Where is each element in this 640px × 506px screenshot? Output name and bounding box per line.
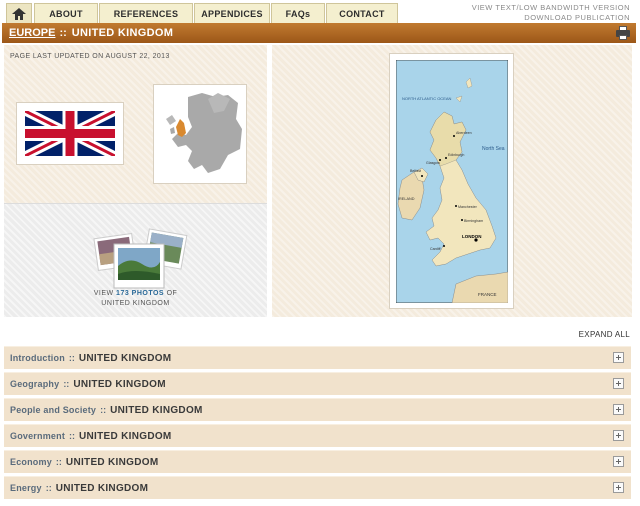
glasgow-label: Glasgow bbox=[426, 161, 440, 165]
print-icon[interactable] bbox=[616, 26, 630, 40]
section-country: UNITED KINGDOM bbox=[65, 456, 159, 468]
text-version-link[interactable]: VIEW TEXT/LOW BANDWIDTH VERSION bbox=[472, 3, 630, 13]
europe-locator-icon bbox=[158, 89, 242, 179]
aberdeen-label: Aberdeen bbox=[456, 131, 472, 135]
expand-plus-icon[interactable] bbox=[613, 404, 624, 415]
expand-all-link[interactable]: EXPAND ALL bbox=[579, 330, 630, 339]
cardiff-label: Cardiff bbox=[430, 247, 441, 251]
photo-stack-icon bbox=[93, 228, 188, 289]
accordion-introduction[interactable]: Introduction :: UNITED KINGDOM bbox=[4, 346, 631, 369]
accordion-economy[interactable]: Economy :: UNITED KINGDOM bbox=[4, 450, 631, 473]
france-label: FRANCE bbox=[478, 292, 497, 297]
section-country: UNITED KINGDOM bbox=[79, 430, 172, 442]
section-label: Energy bbox=[10, 483, 42, 493]
home-icon bbox=[12, 8, 26, 20]
region-link[interactable]: EUROPE bbox=[9, 27, 55, 39]
tab-faqs[interactable]: FAQs bbox=[271, 3, 325, 24]
download-publication-link[interactable]: DOWNLOAD PUBLICATION bbox=[472, 13, 630, 23]
photos-panel[interactable]: VIEW 173 PHOTOS OF UNITED KINGDOM bbox=[4, 203, 267, 317]
section-country: UNITED KINGDOM bbox=[55, 482, 149, 494]
section-country: UNITED KINGDOM bbox=[110, 404, 203, 416]
photos-country: UNITED KINGDOM bbox=[101, 300, 170, 307]
right-links: VIEW TEXT/LOW BANDWIDTH VERSION DOWNLOAD… bbox=[472, 3, 630, 23]
expand-plus-icon[interactable] bbox=[613, 352, 624, 363]
photos-count[interactable]: 173 PHOTOS bbox=[116, 290, 164, 297]
photos-suffix: OF bbox=[166, 290, 178, 297]
uk-map-icon: NORTH ATLANTIC OCEAN North Sea LONDON IR… bbox=[396, 60, 508, 303]
manchester-label: Manchester bbox=[458, 205, 478, 209]
last-updated-text: PAGE LAST UPDATED ON AUGUST 22, 2013 bbox=[10, 53, 170, 60]
north-atlantic-label: NORTH ATLANTIC OCEAN bbox=[402, 96, 452, 101]
photos-prefix: VIEW bbox=[93, 290, 114, 297]
tab-about[interactable]: ABOUT bbox=[34, 3, 98, 24]
north-sea-label: North Sea bbox=[482, 146, 505, 152]
section-country: UNITED KINGDOM bbox=[78, 352, 172, 364]
section-label: Government bbox=[10, 431, 66, 441]
expand-plus-icon[interactable] bbox=[613, 430, 624, 441]
section-separator: :: bbox=[68, 353, 75, 363]
flag-locator-panel: PAGE LAST UPDATED ON AUGUST 22, 2013 bbox=[4, 45, 267, 203]
ireland-label: IRELAND bbox=[398, 197, 415, 201]
section-label: Introduction bbox=[10, 353, 65, 363]
uk-flag-icon bbox=[25, 111, 115, 156]
photos-caption[interactable]: VIEW 173 PHOTOS OF UNITED KINGDOM bbox=[4, 289, 267, 309]
country-map-panel: NORTH ATLANTIC OCEAN North Sea LONDON IR… bbox=[272, 45, 632, 317]
expand-plus-icon[interactable] bbox=[613, 456, 624, 467]
page-title: UNITED KINGDOM bbox=[71, 27, 174, 39]
flag-box[interactable] bbox=[16, 102, 124, 165]
tab-contact[interactable]: CONTACT bbox=[326, 3, 398, 24]
section-label: Geography bbox=[10, 379, 60, 389]
section-separator: :: bbox=[69, 431, 76, 441]
tab-references[interactable]: REFERENCES bbox=[99, 3, 193, 24]
section-separator: :: bbox=[55, 457, 62, 467]
country-title-bar: EUROPE :: UNITED KINGDOM bbox=[2, 23, 636, 43]
belfast-label: Belfast bbox=[410, 169, 421, 173]
accordion-geography[interactable]: Geography :: UNITED KINGDOM bbox=[4, 372, 631, 395]
edinburgh-label: Edinburgh bbox=[448, 153, 464, 157]
expand-plus-icon[interactable] bbox=[613, 482, 624, 493]
london-label: LONDON bbox=[462, 234, 482, 239]
locator-map-box[interactable] bbox=[153, 84, 247, 184]
accordion-people-and-society[interactable]: People and Society :: UNITED KINGDOM bbox=[4, 398, 631, 421]
title-separator: :: bbox=[59, 27, 67, 39]
section-country: UNITED KINGDOM bbox=[73, 378, 166, 390]
section-separator: :: bbox=[45, 483, 52, 493]
home-tab[interactable] bbox=[6, 3, 32, 24]
section-label: People and Society bbox=[10, 405, 97, 415]
section-separator: :: bbox=[63, 379, 70, 389]
section-label: Economy bbox=[10, 457, 52, 467]
section-separator: :: bbox=[100, 405, 107, 415]
accordion-energy[interactable]: Energy :: UNITED KINGDOM bbox=[4, 476, 631, 499]
birmingham-label: Birmingham bbox=[464, 219, 483, 223]
country-map-frame[interactable]: NORTH ATLANTIC OCEAN North Sea LONDON IR… bbox=[389, 53, 514, 309]
tab-appendices[interactable]: APPENDICES bbox=[194, 3, 270, 24]
accordion-government[interactable]: Government :: UNITED KINGDOM bbox=[4, 424, 631, 447]
top-nav: ABOUT REFERENCES APPENDICES FAQs CONTACT… bbox=[0, 0, 640, 24]
expand-plus-icon[interactable] bbox=[613, 378, 624, 389]
